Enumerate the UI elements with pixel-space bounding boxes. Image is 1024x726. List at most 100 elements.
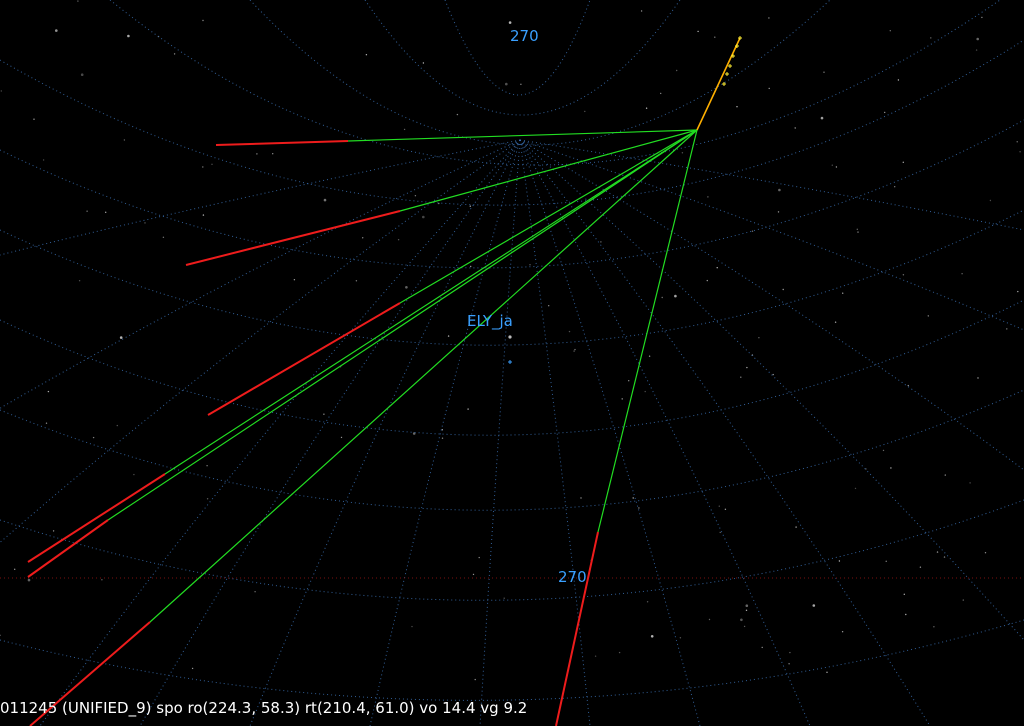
star xyxy=(474,678,476,681)
star xyxy=(842,292,844,294)
star xyxy=(706,279,708,282)
star xyxy=(708,618,711,621)
star xyxy=(751,230,754,232)
observation-rays xyxy=(27,129,698,726)
star xyxy=(568,330,571,333)
star xyxy=(632,497,634,499)
star xyxy=(529,264,531,266)
star-field xyxy=(0,0,1021,681)
star xyxy=(697,30,699,33)
star xyxy=(594,655,597,657)
grid-spoke xyxy=(519,139,1024,331)
star xyxy=(478,556,480,559)
star xyxy=(646,601,649,603)
star xyxy=(105,211,107,213)
star xyxy=(820,116,824,120)
star xyxy=(681,152,684,154)
star xyxy=(27,578,31,582)
star xyxy=(441,437,444,439)
star xyxy=(889,30,891,32)
star xyxy=(414,195,417,197)
star xyxy=(679,637,682,639)
star xyxy=(644,390,646,393)
star xyxy=(472,573,475,576)
star xyxy=(902,161,904,163)
ray-near-segment xyxy=(399,129,698,304)
grid-spoke xyxy=(519,139,1024,641)
star xyxy=(86,210,88,212)
star xyxy=(905,613,907,616)
star xyxy=(14,568,16,570)
star xyxy=(777,211,780,213)
star xyxy=(977,377,979,379)
star xyxy=(894,186,896,188)
star xyxy=(272,153,274,155)
star xyxy=(1017,290,1019,293)
star xyxy=(206,498,209,500)
star xyxy=(907,384,909,387)
grid-label-top: 270 xyxy=(510,27,539,45)
star xyxy=(661,296,663,299)
star xyxy=(77,0,79,2)
star xyxy=(736,106,738,108)
star xyxy=(745,609,748,611)
star xyxy=(206,465,208,467)
star xyxy=(835,166,838,168)
station-label: ELY_ja xyxy=(467,312,513,330)
star xyxy=(826,671,828,673)
star xyxy=(758,337,760,339)
ray-near-segment xyxy=(149,129,698,623)
star xyxy=(211,163,213,165)
star xyxy=(47,390,50,393)
star xyxy=(202,19,204,22)
star xyxy=(789,651,791,654)
star xyxy=(989,199,992,202)
star xyxy=(984,552,987,554)
star xyxy=(745,604,749,607)
star xyxy=(676,69,678,72)
star xyxy=(505,82,508,86)
star xyxy=(33,118,35,120)
star xyxy=(254,591,256,593)
star xyxy=(405,286,408,289)
grid-label-bottom: 270 xyxy=(558,568,587,586)
meteor-track xyxy=(696,36,742,131)
status-bar: 011245 (UNIFIED_9) spo ro(224.3, 58.3) r… xyxy=(0,699,528,717)
star xyxy=(943,556,946,558)
star xyxy=(919,566,922,568)
star xyxy=(674,294,677,298)
star xyxy=(580,497,582,499)
grid-spoke xyxy=(519,139,931,726)
star xyxy=(92,436,95,439)
star xyxy=(470,265,472,268)
star xyxy=(927,315,929,317)
star xyxy=(724,508,727,510)
star xyxy=(857,231,859,233)
star xyxy=(885,560,887,562)
star xyxy=(778,188,781,192)
star xyxy=(362,237,364,239)
coordinate-grid xyxy=(0,0,1024,726)
star xyxy=(119,336,123,339)
star xyxy=(573,350,575,352)
star xyxy=(1006,328,1008,330)
star xyxy=(600,241,602,243)
star xyxy=(933,626,935,628)
star xyxy=(648,355,651,357)
star xyxy=(795,526,797,528)
star xyxy=(116,424,119,427)
star xyxy=(794,127,796,129)
star xyxy=(503,597,505,599)
sky-view[interactable] xyxy=(0,0,1024,726)
star xyxy=(293,279,296,281)
star xyxy=(930,37,932,39)
star xyxy=(856,228,858,230)
star xyxy=(854,487,857,490)
grid-spoke xyxy=(479,139,521,726)
star xyxy=(78,280,81,282)
star xyxy=(897,79,900,81)
star xyxy=(55,29,58,32)
star xyxy=(772,373,774,376)
star xyxy=(640,10,643,12)
grid-circle xyxy=(444,0,591,96)
